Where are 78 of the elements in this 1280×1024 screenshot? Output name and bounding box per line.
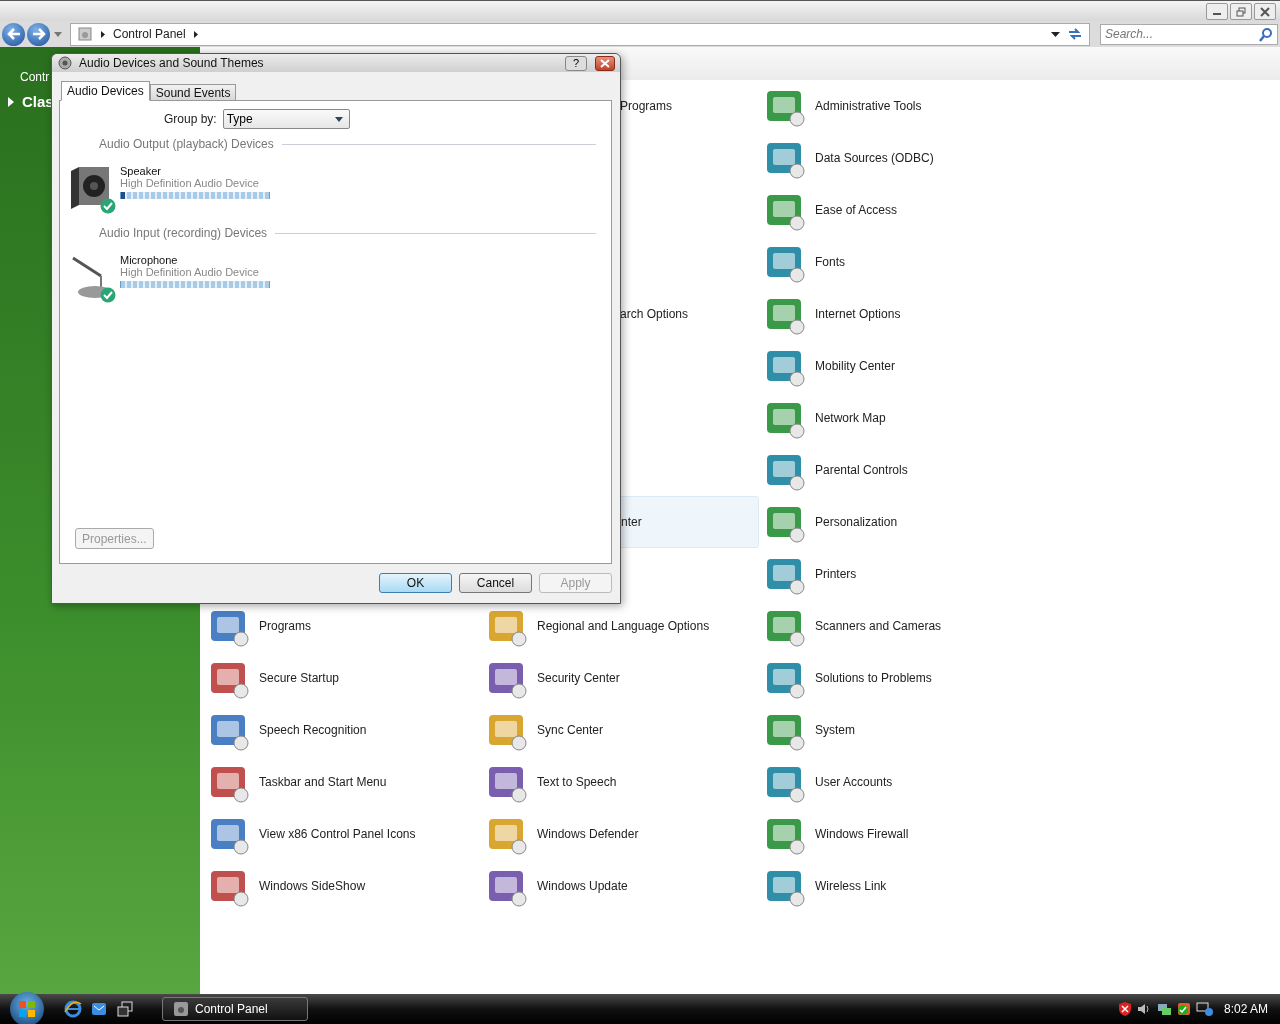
network-tray-icon[interactable] xyxy=(1155,1001,1172,1017)
close-button[interactable] xyxy=(595,55,615,71)
applet-item[interactable]: Sync Center xyxy=(481,704,759,756)
dialog-button[interactable]: Cancel xyxy=(459,573,532,593)
applet-item[interactable]: Network Map xyxy=(759,392,1037,444)
dropdown-caret-icon xyxy=(334,116,343,122)
device-name: Speaker xyxy=(120,165,162,177)
breadcrumb-arrow-icon[interactable] xyxy=(192,30,199,38)
browser-e-icon[interactable] xyxy=(64,1000,82,1018)
applet-item[interactable]: Data Sources (ODBC) xyxy=(759,132,1037,184)
close-button[interactable] xyxy=(1254,3,1276,20)
applet-item[interactable]: Windows Firewall xyxy=(759,808,1037,860)
dialog-title: Audio Devices and Sound Themes xyxy=(79,56,264,70)
device-name: Microphone xyxy=(120,254,179,266)
section-heading: Audio Input (recording) Devices xyxy=(99,226,268,240)
applet-item[interactable]: Speech Recognition xyxy=(203,704,481,756)
help-button[interactable]: ? xyxy=(565,55,587,71)
applet-item[interactable]: System xyxy=(759,704,1037,756)
applet-item[interactable]: Printers xyxy=(759,548,1037,600)
applet-item[interactable]: Ease of Access xyxy=(759,184,1037,236)
control-panel-icon xyxy=(173,1001,189,1017)
restore-icon xyxy=(1236,6,1246,17)
applet-item[interactable]: Mobility Center xyxy=(759,340,1037,392)
applet-item[interactable]: Scanners and Cameras xyxy=(759,600,1037,652)
applet-item[interactable]: Fonts xyxy=(759,236,1037,288)
back-button[interactable] xyxy=(2,22,25,46)
windows-logo-icon xyxy=(17,999,37,1019)
applet-item[interactable]: Secure Startup xyxy=(203,652,481,704)
switch-windows-icon[interactable] xyxy=(116,1000,134,1018)
speaker-tray-icon[interactable] xyxy=(1135,1001,1152,1017)
dialog-button[interactable]: OK xyxy=(379,573,452,593)
search-icon[interactable] xyxy=(1259,27,1273,42)
applet-item[interactable]: Taskbar and Start Menu xyxy=(203,756,481,808)
applet-item[interactable]: Regional and Language Options xyxy=(481,600,759,652)
applet-item[interactable]: Text to Speech xyxy=(481,756,759,808)
applet-item[interactable]: Administrative Tools xyxy=(759,80,1037,132)
applet-item[interactable]: Personalization xyxy=(759,496,1037,548)
applet-item[interactable]: Solutions to Problems xyxy=(759,652,1037,704)
applet-item[interactable]: Internet Options xyxy=(759,288,1037,340)
applet-item[interactable]: Parental Controls xyxy=(759,444,1037,496)
breadcrumb-arrow-icon xyxy=(100,30,106,38)
applet-item[interactable]: Programs xyxy=(203,600,481,652)
back-arrow-icon xyxy=(6,28,21,40)
shield-warning-icon[interactable] xyxy=(1117,1001,1132,1017)
group-by-label: Group by: xyxy=(164,112,217,126)
applet-item[interactable]: Windows Defender xyxy=(481,808,759,860)
applet-item[interactable]: Security Center xyxy=(481,652,759,704)
search-field[interactable]: Search... xyxy=(1100,23,1278,45)
device-item[interactable]: Speaker High Definition Audio Device xyxy=(67,165,270,214)
tab[interactable]: Audio Devices xyxy=(61,81,150,101)
control-panel-icon xyxy=(77,26,93,42)
clock[interactable]: 8:02 AM xyxy=(1223,1002,1268,1016)
applet-item[interactable]: View x86 Control Panel Icons xyxy=(203,808,481,860)
close-icon xyxy=(600,58,610,68)
close-icon xyxy=(1260,6,1270,17)
dropdown-caret-icon[interactable] xyxy=(1051,31,1060,37)
applet-item[interactable]: Windows Update xyxy=(481,860,759,912)
device-item[interactable]: Microphone High Definition Audio Device xyxy=(67,254,270,303)
applet-item[interactable]: Wireless Link xyxy=(759,860,1037,912)
forward-arrow-icon xyxy=(31,28,46,40)
expand-arrow-icon[interactable] xyxy=(8,96,14,107)
restore-button[interactable] xyxy=(1230,3,1252,20)
forward-button[interactable] xyxy=(27,22,50,46)
address-bar[interactable]: Control Panel xyxy=(70,22,1090,46)
minimize-button[interactable] xyxy=(1206,3,1228,20)
mail-envelope-icon[interactable] xyxy=(90,1000,108,1018)
recent-pages-caret-icon[interactable] xyxy=(54,31,62,37)
refresh-icon[interactable] xyxy=(1067,27,1083,41)
taskbar-button[interactable]: Control Panel xyxy=(162,997,308,1021)
device-description: High Definition Audio Device xyxy=(120,177,260,189)
monitor-globe-icon[interactable] xyxy=(1195,1001,1214,1017)
section-heading: Audio Output (playback) Devices xyxy=(99,137,274,151)
start-button[interactable] xyxy=(10,992,44,1024)
group-by-dropdown[interactable]: Type xyxy=(222,109,350,129)
device-description: High Definition Audio Device xyxy=(120,266,260,278)
applet-item[interactable]: Windows SideShow xyxy=(203,860,481,912)
applet-item[interactable]: User Accounts xyxy=(759,756,1037,808)
security-check-icon[interactable] xyxy=(1175,1001,1192,1017)
